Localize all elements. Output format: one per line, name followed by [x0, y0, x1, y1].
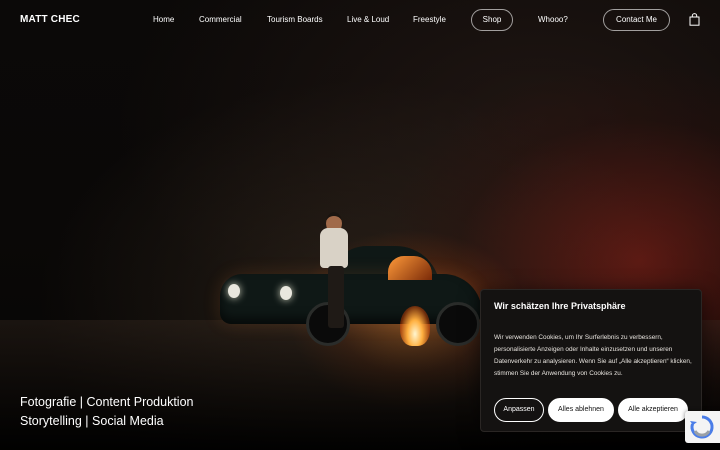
cookie-title: Wir schätzen Ihre Privatsphäre [494, 301, 626, 311]
hero-tagline-line2: Storytelling | Social Media [20, 414, 164, 428]
nav-item-freestyle[interactable]: Freestyle [413, 15, 446, 24]
campfire [400, 306, 430, 346]
hero-tagline-line1: Fotografie | Content Produktion [20, 395, 194, 409]
nav-item-whooo[interactable]: Whooo? [538, 15, 568, 24]
site-header: MATT CHEC Home Commercial Tourism Boards… [0, 0, 720, 40]
site-logo[interactable]: MATT CHEC [20, 14, 80, 25]
recaptcha-badge[interactable] [685, 411, 720, 443]
shopping-bag-icon[interactable] [689, 13, 700, 26]
person-legs [328, 266, 344, 328]
nav-item-commercial[interactable]: Commercial [199, 15, 242, 24]
nav-item-shop[interactable]: Shop [471, 9, 513, 31]
cookie-customize-button[interactable]: Anpassen [494, 398, 544, 422]
cookie-accept-button[interactable]: Alle akzeptieren [618, 398, 688, 422]
nav-item-tourism-boards[interactable]: Tourism Boards [267, 15, 323, 24]
car-headlamp-left [228, 284, 240, 298]
cookie-consent-dialog: Wir schätzen Ihre Privatsphäre Wir verwe… [480, 289, 702, 432]
person-body [320, 228, 348, 268]
nav-item-contact-me[interactable]: Contact Me [603, 9, 670, 31]
cookie-description: Wir verwenden Cookies, um Ihr Surferlebn… [494, 334, 692, 377]
nav-item-home[interactable]: Home [153, 15, 174, 24]
recaptcha-icon [690, 415, 714, 439]
hero-car-image [220, 212, 482, 346]
car-wheel-rear [436, 302, 480, 346]
cookie-reject-button[interactable]: Alles ablehnen [548, 398, 614, 422]
nav-item-live-loud[interactable]: Live & Loud [347, 15, 389, 24]
car-headlamp-right [280, 286, 292, 300]
car-window [388, 256, 432, 280]
